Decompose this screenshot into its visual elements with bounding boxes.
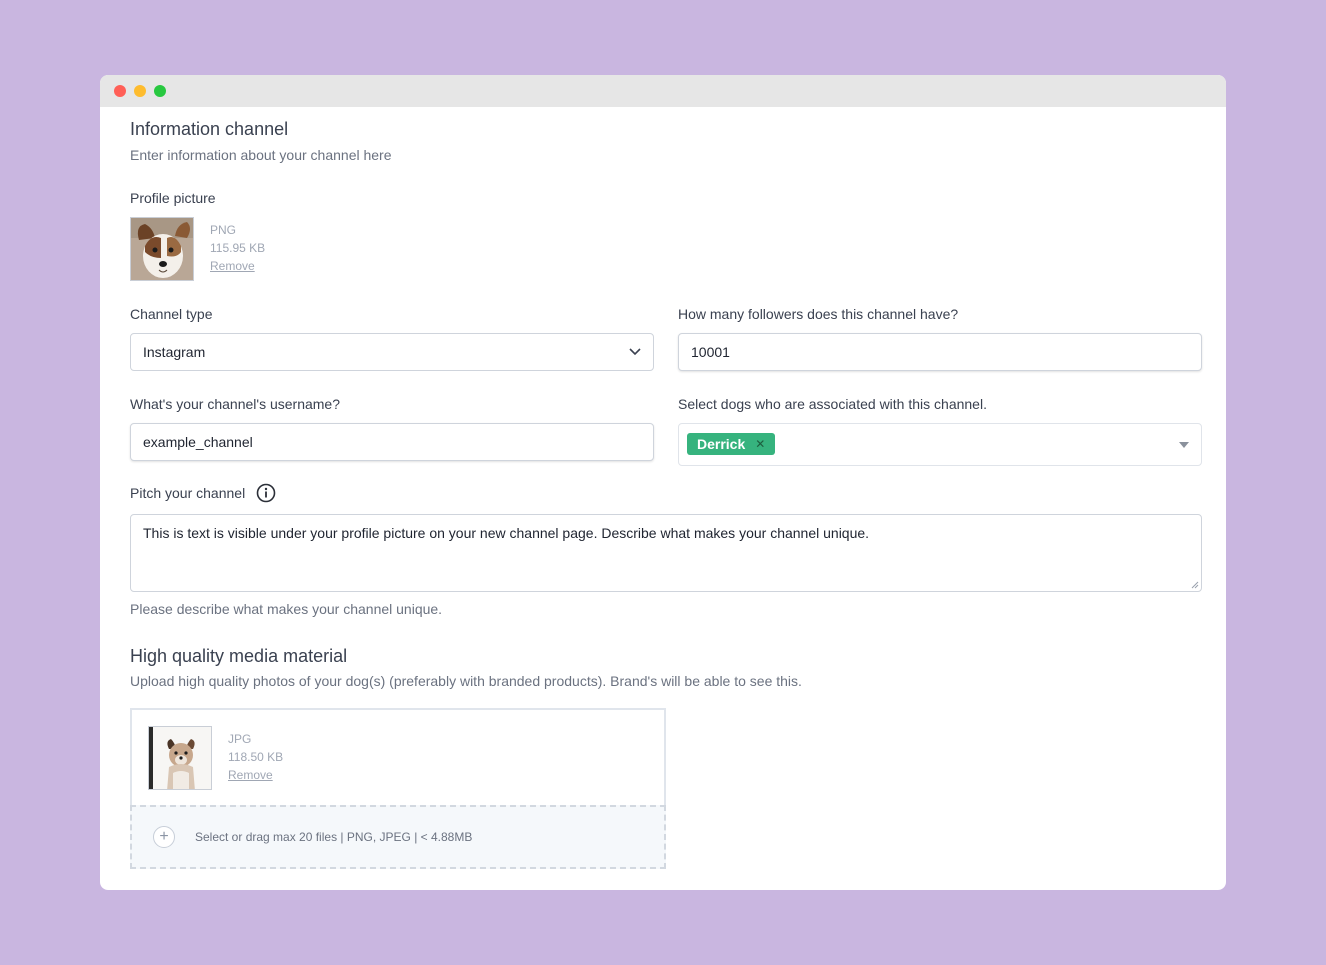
form-content: Information channel Enter information ab…	[130, 107, 1202, 890]
section-title: Information channel	[130, 119, 289, 139]
pitch-textarea[interactable]: This is text is visible under your profi…	[130, 514, 1202, 592]
media-upload-box: JPG 118.50 KB Remove + Select or drag ma…	[130, 708, 666, 869]
caret-down-icon[interactable]	[1179, 441, 1189, 448]
media-section-title: High quality media material	[130, 646, 348, 666]
channel-type-value: Instagram	[143, 344, 206, 360]
chevron-down-icon	[629, 348, 641, 356]
profile-picture-meta: PNG 115.95 KB Remove	[210, 221, 265, 275]
pitch-value: This is text is visible under your profi…	[143, 525, 870, 541]
username-label: What's your channel's username?	[130, 396, 341, 412]
section-subtitle: Enter information about your channel her…	[130, 147, 392, 163]
browser-window: Information channel Enter information ab…	[100, 75, 1226, 890]
zoom-dot[interactable]	[154, 85, 166, 97]
media-section-subtitle: Upload high quality photos of your dog(s…	[130, 673, 802, 689]
resize-handle-icon[interactable]	[1189, 579, 1199, 589]
followers-value: 10001	[691, 344, 730, 360]
pitch-label: Pitch your channel	[130, 485, 246, 501]
dog-tag-label: Derrick	[697, 436, 746, 452]
dogs-multiselect[interactable]: Derrick ✕	[678, 423, 1202, 466]
remove-media-link[interactable]: Remove	[228, 766, 283, 784]
file-dropzone[interactable]: + Select or drag max 20 files | PNG, JPE…	[130, 805, 666, 869]
window-titlebar	[100, 75, 1226, 107]
dog-tag-derrick: Derrick ✕	[687, 433, 776, 455]
dropzone-text: Select or drag max 20 files | PNG, JPEG …	[195, 830, 473, 844]
media-thumbnail	[148, 726, 212, 790]
info-icon[interactable]	[256, 483, 276, 503]
username-value: example_channel	[143, 434, 253, 450]
media-file-meta: JPG 118.50 KB Remove	[228, 730, 283, 784]
remove-profile-picture-link[interactable]: Remove	[210, 257, 265, 275]
file-size: 115.95 KB	[210, 241, 266, 255]
username-input[interactable]: example_channel	[130, 423, 654, 461]
minimize-dot[interactable]	[134, 85, 146, 97]
file-type: JPG	[228, 732, 252, 746]
close-dot[interactable]	[114, 85, 126, 97]
file-size: 118.50 KB	[228, 750, 284, 764]
pitch-helper-text: Please describe what makes your channel …	[130, 601, 443, 617]
file-type: PNG	[210, 223, 237, 237]
profile-picture-thumbnail	[130, 217, 194, 281]
channel-type-select[interactable]: Instagram	[130, 333, 654, 371]
plus-icon[interactable]: +	[153, 826, 175, 848]
followers-label: How many followers does this channel hav…	[678, 306, 959, 322]
profile-picture-label: Profile picture	[130, 190, 216, 206]
followers-input[interactable]: 10001	[678, 333, 1202, 371]
tag-remove-icon[interactable]: ✕	[755, 437, 765, 451]
channel-type-label: Channel type	[130, 306, 213, 322]
dogs-label: Select dogs who are associated with this…	[678, 396, 987, 412]
